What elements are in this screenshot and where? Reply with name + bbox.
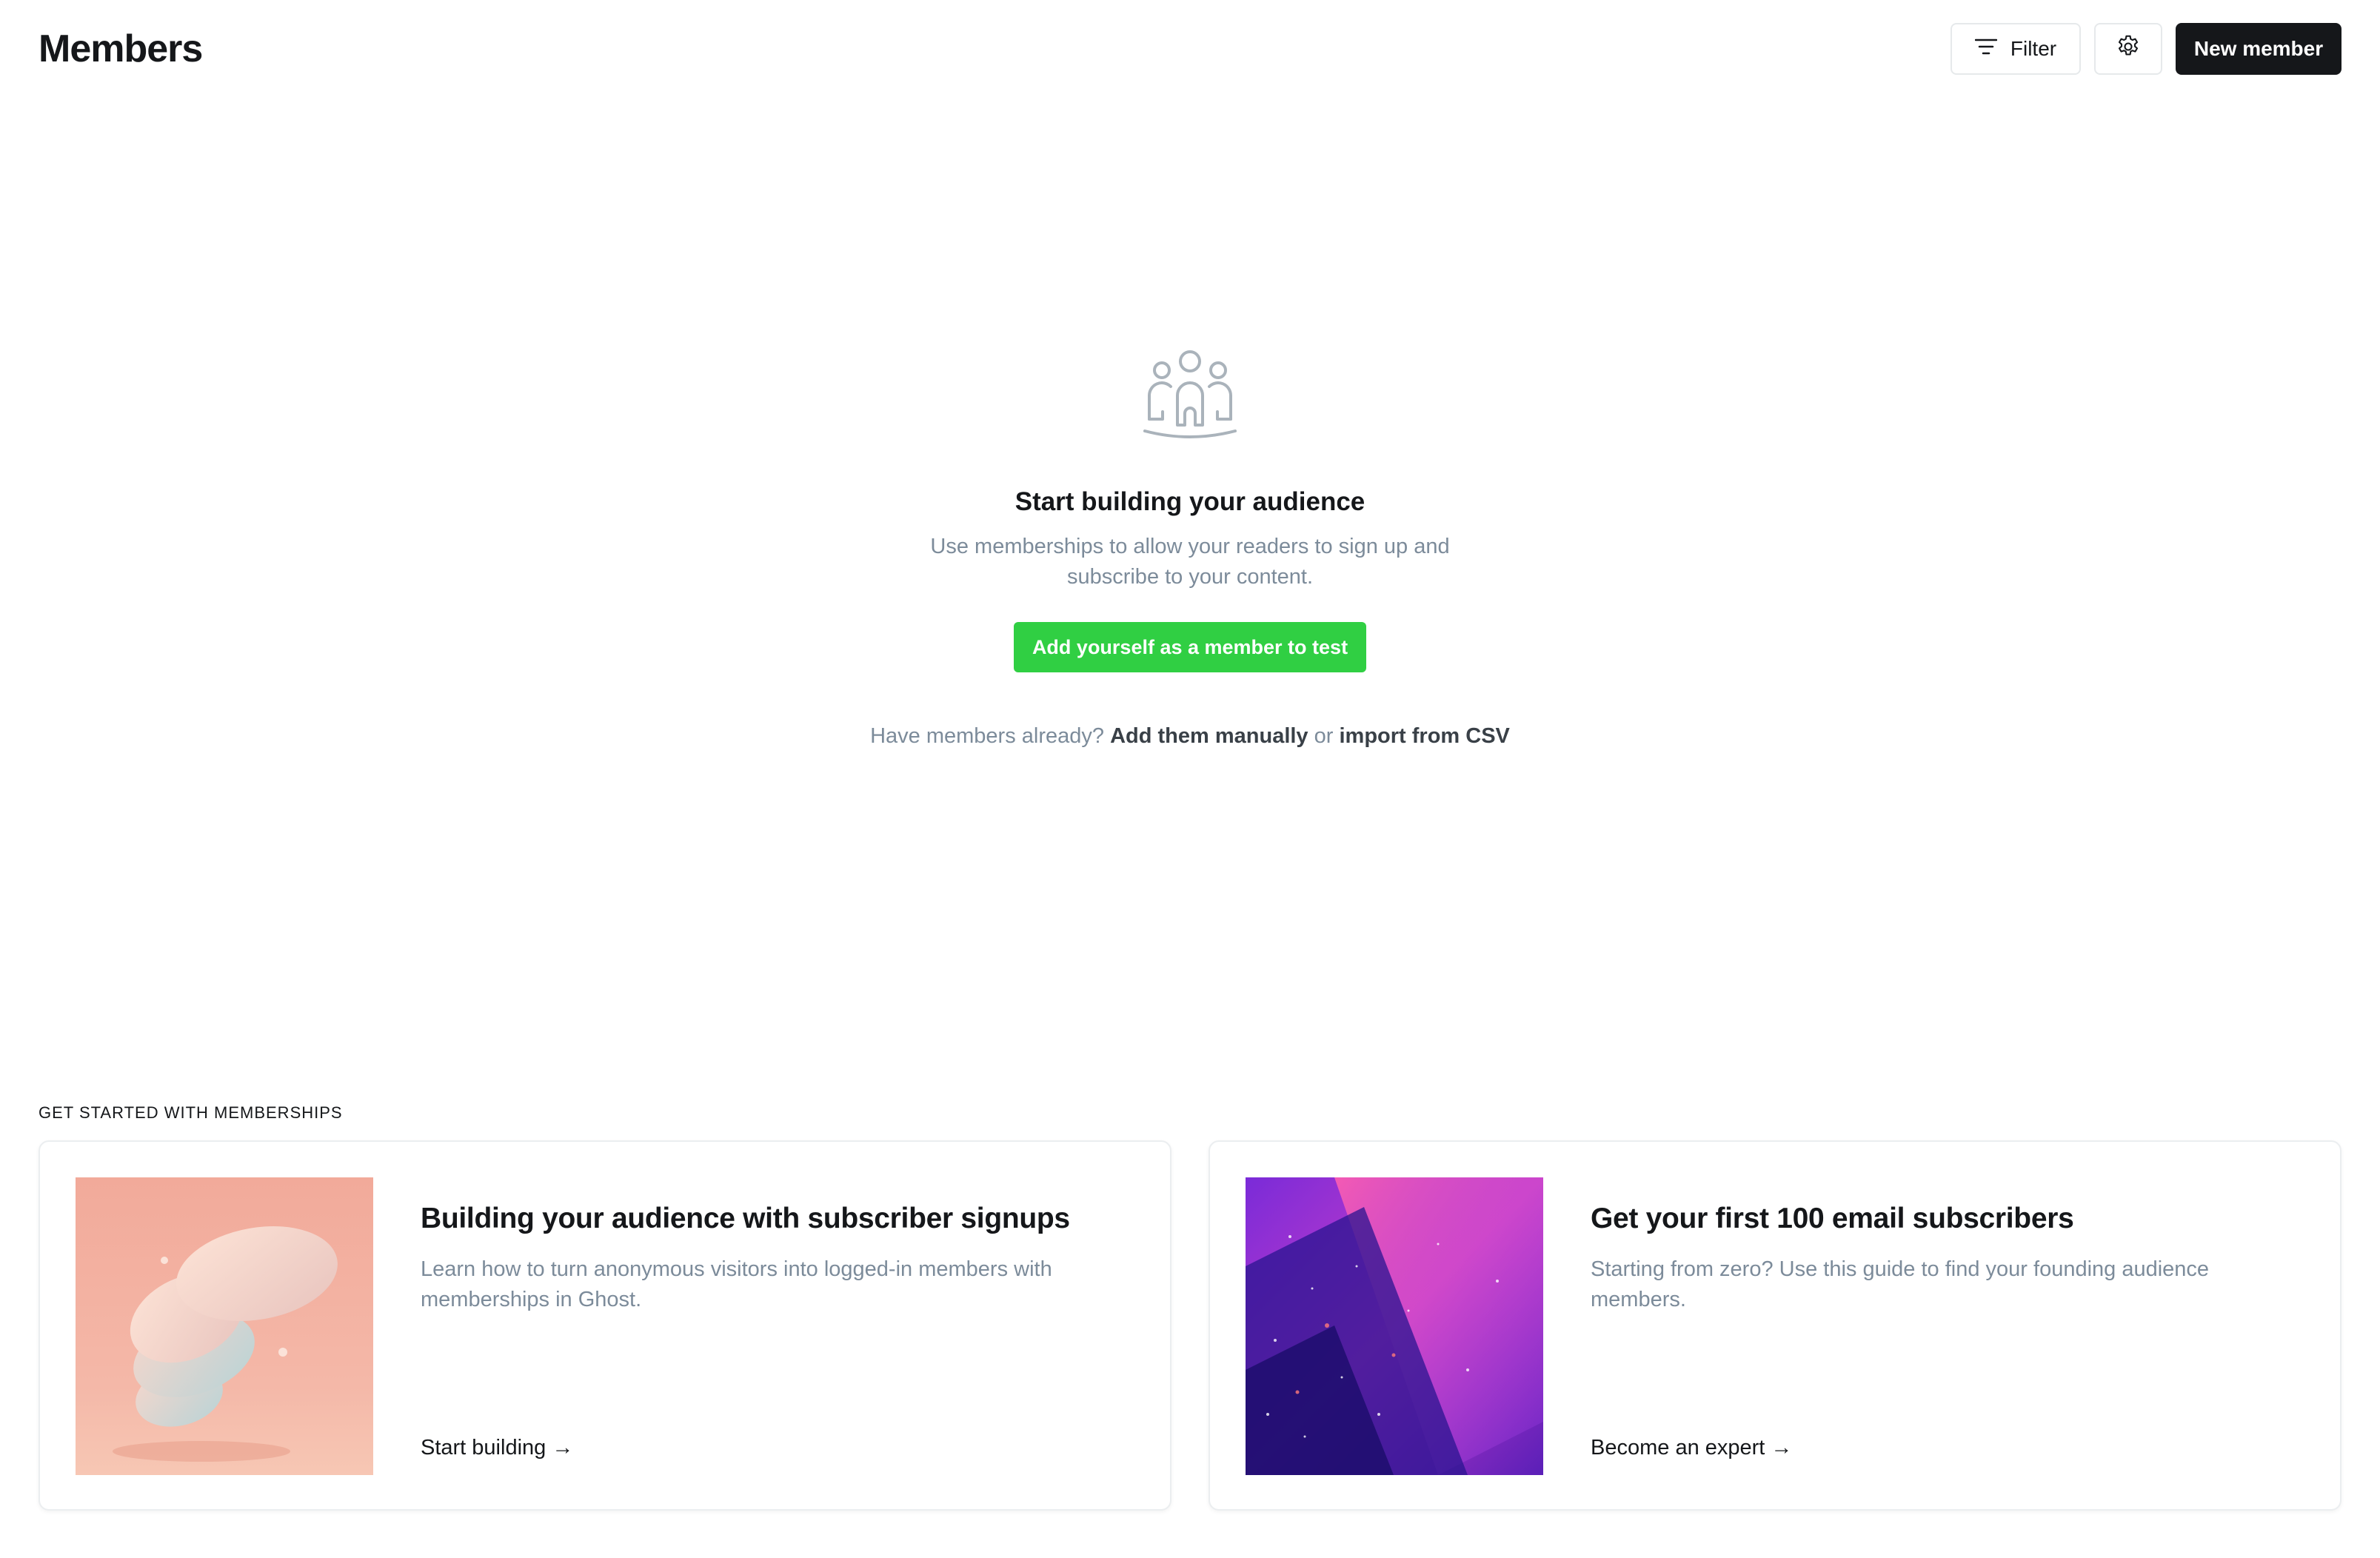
card-body: Get your first 100 email subscribers Sta… xyxy=(1591,1177,2304,1474)
card-title: Get your first 100 email subscribers xyxy=(1591,1203,2074,1234)
add-yourself-button[interactable]: Add yourself as a member to test xyxy=(1014,622,1366,672)
members-page: Members Filter New member Start building… xyxy=(0,0,2380,1558)
section-label: GET STARTED WITH MEMBERSHIPS xyxy=(39,1103,343,1122)
card-image-abstract-discs xyxy=(76,1177,373,1475)
empty-state: Start building your audience Use members… xyxy=(0,348,2380,749)
add-manually-link[interactable]: Add them manually xyxy=(1110,724,1308,748)
page-title: Members xyxy=(39,27,203,70)
guide-card-signups[interactable]: Building your audience with subscriber s… xyxy=(39,1140,1171,1511)
card-title: Building your audience with subscriber s… xyxy=(421,1203,1070,1234)
new-member-button[interactable]: New member xyxy=(2176,23,2341,75)
get-started-cards: Building your audience with subscriber s… xyxy=(39,1140,2341,1511)
filter-button[interactable]: Filter xyxy=(1951,23,2081,75)
empty-state-title: Start building your audience xyxy=(1014,487,1366,516)
card-description: Learn how to turn anonymous visitors int… xyxy=(421,1257,1052,1311)
become-expert-link[interactable]: Become an expert → xyxy=(1591,1436,2304,1460)
card-body: Building your audience with subscriber s… xyxy=(421,1177,1134,1474)
page-header: Members Filter New member xyxy=(39,22,2341,76)
have-members-text: Have members already? Add them manually … xyxy=(0,724,2380,749)
card-image-purple-light xyxy=(1246,1177,1543,1475)
start-building-link[interactable]: Start building → xyxy=(421,1436,1134,1460)
header-actions: Filter New member xyxy=(1951,23,2341,75)
import-csv-link[interactable]: import from CSV xyxy=(1340,724,1510,748)
filter-label: Filter xyxy=(2010,37,2057,60)
have-members-prefix: Have members already? xyxy=(870,724,1105,748)
members-group-icon xyxy=(0,348,2380,444)
settings-button[interactable] xyxy=(2094,23,2162,75)
empty-state-description: Use memberships to allow your readers to… xyxy=(930,535,1450,589)
gear-icon xyxy=(2115,33,2142,65)
card-description: Starting from zero? Use this guide to fi… xyxy=(1591,1257,2210,1311)
filter-lines-icon xyxy=(1974,37,1998,61)
guide-card-email-subscribers[interactable]: Get your first 100 email subscribers Sta… xyxy=(1209,1140,2341,1511)
or-text: or xyxy=(1314,724,1334,748)
